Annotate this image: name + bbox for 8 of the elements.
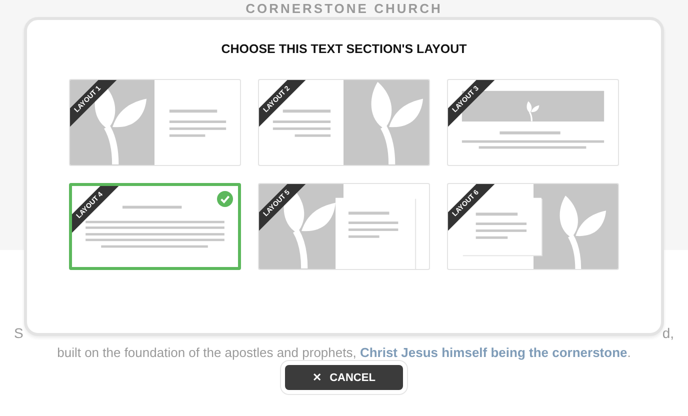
body-text: built on the foundation of the apostles and prophets, Christ Jesus himself being the cornerstone. (56, 344, 632, 362)
body-text: S (14, 324, 24, 342)
body-text: d, (662, 324, 674, 342)
page-heading: CORNERSTONE CHURCH (246, 1, 442, 16)
cancel-button[interactable]: ✕ CANCEL (285, 365, 403, 390)
check-icon (217, 191, 233, 207)
close-icon: ✕ (312, 371, 322, 384)
dialog-title: CHOOSE THIS TEXT SECTION'S LAYOUT (220, 42, 468, 56)
